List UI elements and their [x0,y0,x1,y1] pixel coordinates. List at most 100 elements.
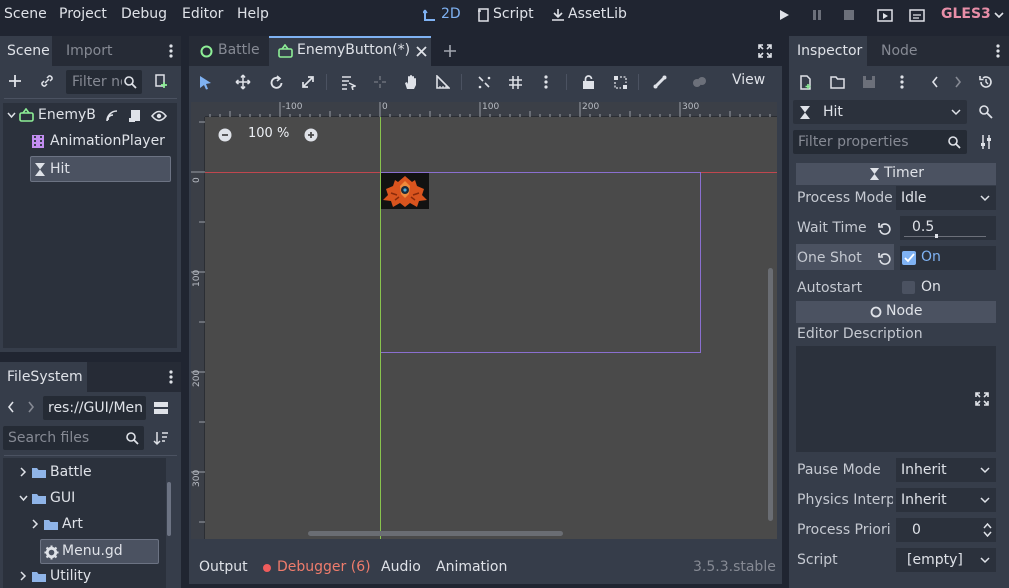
file-item-menu-gd[interactable]: Menu.gd [40,539,159,564]
tab-filesystem[interactable]: FileSystem [0,362,87,392]
filesystem-scrollbar[interactable] [167,482,171,536]
lock-icon[interactable] [580,74,596,90]
tab-inspector[interactable]: Inspector [789,36,867,66]
script-icon[interactable] [127,108,143,124]
tools-icon[interactable] [978,133,994,151]
section-node[interactable]: Node [796,301,996,323]
expand-icon[interactable] [974,391,990,407]
object-properties-icon[interactable] [977,103,995,121]
play-custom-scene-icon[interactable] [908,7,926,23]
bottom-tab-audio[interactable]: Audio [381,559,421,575]
renderer-select[interactable]: GLES3 [941,6,991,22]
zoom-in-icon[interactable] [304,128,318,142]
script-select[interactable]: [empty] [896,548,996,572]
menu-debug[interactable]: Debug [121,6,167,22]
editor-description-textarea[interactable] [796,346,996,452]
particles-icon[interactable] [691,74,707,90]
search-files-input[interactable]: Search files [3,426,144,450]
new-resource-icon[interactable] [798,74,814,90]
view-menu[interactable]: View [732,72,765,88]
file-item-utility[interactable]: Utility [18,566,163,588]
menu-editor[interactable]: Editor [182,6,223,22]
file-item-gui[interactable]: GUI [18,488,163,510]
menu-dots-icon[interactable] [897,74,907,90]
pan-tool-icon[interactable] [403,74,419,90]
menu-project[interactable]: Project [59,6,107,22]
visibility-eye-icon[interactable] [150,108,168,124]
revert-icon[interactable] [877,251,893,267]
skeleton-bone-icon[interactable] [652,74,668,90]
select-tool-icon[interactable] [197,74,213,90]
back-arrow-icon[interactable] [930,75,940,89]
tab-battle[interactable]: Battle [189,36,269,66]
scene-filter-input[interactable]: Filter nodes [66,70,142,94]
list-select-icon[interactable] [340,74,356,90]
pause-icon[interactable] [810,8,824,22]
ruler-tool-icon[interactable] [435,74,451,90]
pause-mode-select[interactable]: Inherit [896,458,996,482]
tab-enemy-button[interactable]: EnemyButton(*) [269,36,431,66]
stop-icon[interactable] [842,8,856,22]
scale-tool-icon[interactable] [300,74,316,90]
group-icon[interactable] [612,74,628,90]
add-tab-icon[interactable] [442,43,458,59]
filter-properties-placeholder: Filter properties [798,134,909,150]
menu-help[interactable]: Help [237,6,269,22]
menu-dots-icon[interactable] [541,74,551,90]
tab-node[interactable]: Node [881,36,918,66]
play-icon[interactable] [777,8,791,22]
revert-icon[interactable] [877,221,893,237]
physics-interp-select[interactable]: Inherit [896,488,996,512]
history-icon[interactable] [978,74,994,90]
spinbox-arrows-icon[interactable] [982,523,992,537]
grid-snap-icon[interactable] [507,74,523,90]
close-icon[interactable] [415,45,427,57]
tree-item-animation-player[interactable]: AnimationPlayer [28,131,176,153]
rotate-tool-icon[interactable] [268,74,284,90]
save-icon[interactable] [861,74,877,90]
zoom-level[interactable]: 100 % [248,126,289,141]
enemy-sprite[interactable] [381,173,429,209]
tree-item-hit[interactable]: Hit [30,156,171,182]
add-node-icon[interactable] [7,73,23,89]
viewport-hscrollbar[interactable] [308,531,563,536]
filter-properties-input[interactable]: Filter properties [793,130,967,154]
tree-item-root[interactable]: EnemyB [6,105,176,127]
process-mode-select[interactable]: Idle [896,186,996,210]
open-folder-icon[interactable] [829,74,846,90]
signal-icon[interactable] [104,108,120,124]
viewport-vscrollbar[interactable] [768,268,773,521]
autostart-checkbox[interactable]: On [900,276,996,300]
file-item-art[interactable]: Art [30,514,163,536]
sort-icon[interactable] [152,429,170,447]
section-timer[interactable]: Timer [796,163,996,185]
node-selector[interactable]: Hit [793,100,967,124]
menu-dots-icon[interactable] [166,43,176,59]
bottom-tab-animation[interactable]: Animation [436,559,507,575]
bottom-tab-debugger[interactable]: Debugger (6) [277,559,371,575]
zoom-out-icon[interactable] [218,128,232,142]
menu-dots-icon[interactable] [993,43,1003,59]
forward-arrow-icon[interactable] [26,400,36,414]
bottom-tab-output[interactable]: Output [199,559,248,575]
move-tool-icon[interactable] [235,74,251,90]
one-shot-checkbox[interactable]: On [900,246,996,270]
menu-scene[interactable]: Scene [4,6,47,22]
viewport[interactable]: -100 0 100 200 300 0 100 200 300 100 % [191,102,777,539]
process-priority-spinbox[interactable]: 0 [896,518,996,542]
menu-dots-icon[interactable] [166,369,176,385]
smart-snap-icon[interactable] [476,74,492,90]
instance-scene-icon[interactable] [153,73,169,89]
pivot-tool-icon[interactable] [372,74,388,90]
file-item-battle[interactable]: Battle [18,462,163,484]
forward-arrow-icon[interactable] [953,75,963,89]
distraction-free-icon[interactable] [757,43,773,59]
path-field[interactable]: res://GUI/Menu [43,396,146,420]
tab-import[interactable]: Import [66,36,112,66]
back-arrow-icon[interactable] [6,400,16,414]
wait-time-field[interactable]: 0.5 [900,216,996,240]
tab-scene[interactable]: Scene [0,36,52,66]
link-icon[interactable] [39,73,55,89]
split-view-icon[interactable] [152,400,170,416]
play-scene-icon[interactable] [876,7,894,23]
